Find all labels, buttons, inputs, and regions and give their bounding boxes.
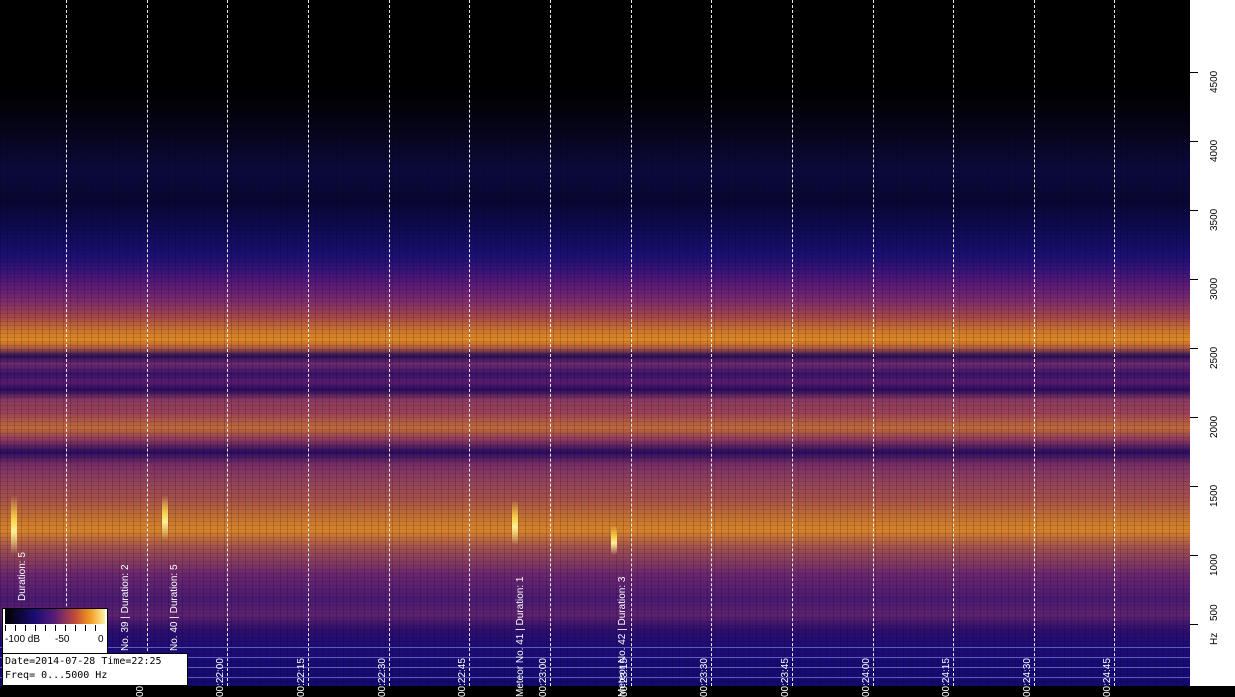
axis-tick — [1190, 624, 1198, 625]
meteor-label: No. 39 | Duration: 2 — [120, 564, 131, 651]
grid-line — [873, 0, 874, 686]
time-label: 00:24:00 — [861, 658, 872, 697]
time-label: 00:22:00 — [215, 658, 226, 697]
info-box: Date=2014-07-28 Time=22:25 Freq= 0...500… — [2, 653, 188, 686]
meteor-label: Meteor No. 41 | Duration: 1 — [515, 576, 526, 697]
grid-line — [389, 0, 390, 686]
freq-label: 2000 — [1209, 415, 1220, 438]
time-label: 00:22:45 — [457, 658, 468, 697]
axis-tick — [1190, 72, 1198, 73]
freq-label: 4500 — [1209, 70, 1220, 93]
time-label: 00:23:45 — [780, 658, 791, 697]
grid-line — [631, 0, 632, 686]
axis-tick — [1190, 417, 1198, 418]
legend-colorbar — [5, 609, 105, 624]
freq-label: 4000 — [1209, 139, 1220, 162]
grid-line — [1114, 0, 1115, 686]
legend-mid: -50 — [55, 634, 70, 645]
grid-line — [792, 0, 793, 686]
grid-line — [1034, 0, 1035, 686]
time-label: 00:23:15 — [619, 658, 630, 697]
meteor-echo — [611, 525, 617, 555]
freq-range-text: Freq= 0...5000 Hz — [5, 670, 108, 681]
grid-line — [711, 0, 712, 686]
time-label: 00:23:30 — [699, 658, 710, 697]
grid-line — [550, 0, 551, 686]
meteor-label: No. 40 | Duration: 5 — [169, 564, 180, 651]
date-time-text: Date=2014-07-28 Time=22:25 — [5, 656, 162, 667]
axis-tick — [1190, 279, 1198, 280]
freq-label: 2500 — [1209, 346, 1220, 369]
grid-line — [66, 0, 67, 686]
freq-label: 1500 — [1209, 484, 1220, 507]
meteor-echo — [512, 500, 518, 545]
grid-line — [308, 0, 309, 686]
meteor-echo — [162, 495, 168, 540]
time-label: 00:22:30 — [377, 658, 388, 697]
freq-label: 1000 — [1209, 553, 1220, 576]
time-label: 00:24:45 — [1102, 658, 1113, 697]
grid-line — [147, 0, 148, 686]
meteor-label: Duration: 5 — [17, 552, 28, 601]
freq-label: 3500 — [1209, 208, 1220, 231]
color-legend: -100 dB -50 0 — [2, 608, 108, 654]
axis-tick — [1190, 348, 1198, 349]
freq-unit: Hz — [1209, 632, 1220, 645]
axis-tick — [1190, 210, 1198, 211]
axis-tick — [1190, 486, 1198, 487]
meteor-echo — [11, 495, 17, 555]
freq-label: 3000 — [1209, 277, 1220, 300]
grid-line — [953, 0, 954, 686]
time-label: 00:23:00 — [538, 658, 549, 697]
grid-line — [227, 0, 228, 686]
grid-line — [469, 0, 470, 686]
legend-ticks — [5, 625, 105, 631]
frequency-axis: 4500 4000 3500 3000 2500 2000 1500 1000 … — [1190, 0, 1235, 686]
time-label: 00:24:15 — [941, 658, 952, 697]
time-label: 00:24:30 — [1022, 658, 1033, 697]
legend-max: 0 — [98, 634, 104, 645]
legend-min: -100 dB — [5, 634, 41, 645]
time-label: 00:22:15 — [296, 658, 307, 697]
freq-label: 500 — [1209, 604, 1220, 621]
axis-tick — [1190, 141, 1198, 142]
axis-tick — [1190, 555, 1198, 556]
